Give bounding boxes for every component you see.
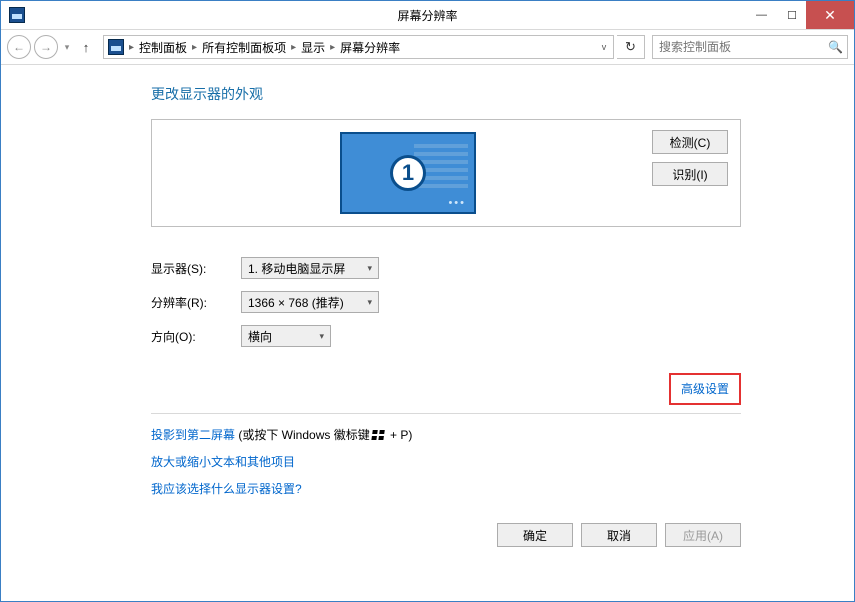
address-bar[interactable]: ▸ 控制面板 ▸ 所有控制面板项 ▸ 显示 ▸ 屏幕分辨率 v: [103, 35, 614, 59]
page-heading: 更改显示器的外观: [151, 84, 741, 104]
resolution-select[interactable]: 1366 × 768 (推荐) ▾: [241, 291, 379, 313]
orientation-label: 方向(O):: [151, 328, 241, 345]
dialog-buttons: 确定 取消 应用(A): [151, 523, 741, 547]
app-icon: [9, 7, 25, 23]
orientation-select[interactable]: 横向 ▾: [241, 325, 331, 347]
display-select[interactable]: 1. 移动电脑显示屏 ▾: [241, 257, 379, 279]
monitor-dots-icon: •••: [448, 197, 466, 209]
windows-key-icon: [371, 430, 386, 441]
identify-button[interactable]: 识别(I): [652, 162, 728, 186]
refresh-button[interactable]: ↻: [617, 35, 645, 59]
history-dropdown[interactable]: ▾: [61, 42, 73, 53]
maximize-button[interactable]: ☐: [778, 1, 806, 29]
window-controls: — ☐ ✕: [745, 1, 854, 29]
window-title: 屏幕分辨率: [397, 7, 457, 24]
up-button[interactable]: ↑: [76, 40, 96, 55]
help-links: 投影到第二屏幕 (或按下 Windows 徽标键 + P) 放大或缩小文本和其他…: [151, 426, 741, 497]
minimize-button[interactable]: —: [745, 1, 778, 29]
orientation-select-value: 横向: [248, 328, 272, 345]
settings-form: 显示器(S): 1. 移动电脑显示屏 ▾ 分辨率(R): 1366 × 768 …: [151, 257, 741, 347]
project-second-screen-link[interactable]: 投影到第二屏幕: [151, 428, 235, 442]
project-hint-text: (或按下 Windows 徽标键: [235, 428, 370, 442]
detect-button[interactable]: 检测(C): [652, 130, 728, 154]
back-button[interactable]: ←: [7, 35, 31, 59]
display-label: 显示器(S):: [151, 260, 241, 277]
display-icon: [108, 39, 124, 55]
advanced-settings-link[interactable]: 高级设置: [681, 382, 729, 396]
divider: [151, 413, 741, 414]
breadcrumb-item[interactable]: 控制面板: [139, 39, 187, 56]
project-hint-tail: + P): [387, 428, 413, 442]
navigation-bar: ← → ▾ ↑ ▸ 控制面板 ▸ 所有控制面板项 ▸ 显示 ▸ 屏幕分辨率 v …: [1, 30, 854, 65]
chevron-right-icon: ▸: [289, 42, 298, 53]
search-box[interactable]: 🔍: [652, 35, 848, 59]
which-settings-link[interactable]: 我应该选择什么显示器设置?: [151, 482, 302, 496]
monitor-number-badge: 1: [390, 155, 426, 191]
breadcrumb-item[interactable]: 显示: [301, 39, 325, 56]
monitor-preview-area: 1 •••: [164, 130, 652, 216]
search-icon[interactable]: 🔍: [828, 40, 843, 54]
display-preview-panel: 1 ••• 检测(C) 识别(I): [151, 119, 741, 227]
monitor-thumbnail[interactable]: 1 •••: [340, 132, 476, 214]
apply-button[interactable]: 应用(A): [665, 523, 741, 547]
close-button[interactable]: ✕: [806, 1, 854, 29]
forward-button[interactable]: →: [34, 35, 58, 59]
breadcrumb-item[interactable]: 屏幕分辨率: [340, 39, 400, 56]
chevron-down-icon: ▾: [367, 263, 372, 274]
window-frame: 屏幕分辨率 — ☐ ✕ ← → ▾ ↑ ▸ 控制面板 ▸ 所有控制面板项 ▸ 显…: [0, 0, 855, 602]
content-area: 更改显示器的外观 1 ••• 检测(C) 识别(I) 显示器(S):: [1, 65, 854, 601]
chevron-right-icon: ▸: [328, 42, 337, 53]
chevron-down-icon: ▾: [319, 331, 324, 342]
cancel-button[interactable]: 取消: [581, 523, 657, 547]
address-dropdown-icon[interactable]: v: [595, 42, 613, 52]
chevron-right-icon: ▸: [190, 42, 199, 53]
search-input[interactable]: [657, 39, 828, 55]
text-size-link[interactable]: 放大或缩小文本和其他项目: [151, 455, 295, 469]
chevron-right-icon: ▸: [127, 42, 136, 53]
titlebar: 屏幕分辨率 — ☐ ✕: [1, 1, 854, 30]
resolution-label: 分辨率(R):: [151, 294, 241, 311]
resolution-select-value: 1366 × 768 (推荐): [248, 294, 344, 311]
breadcrumb-item[interactable]: 所有控制面板项: [202, 39, 286, 56]
advanced-settings-highlight: 高级设置: [669, 373, 741, 405]
chevron-down-icon: ▾: [367, 297, 372, 308]
display-select-value: 1. 移动电脑显示屏: [248, 260, 345, 277]
ok-button[interactable]: 确定: [497, 523, 573, 547]
